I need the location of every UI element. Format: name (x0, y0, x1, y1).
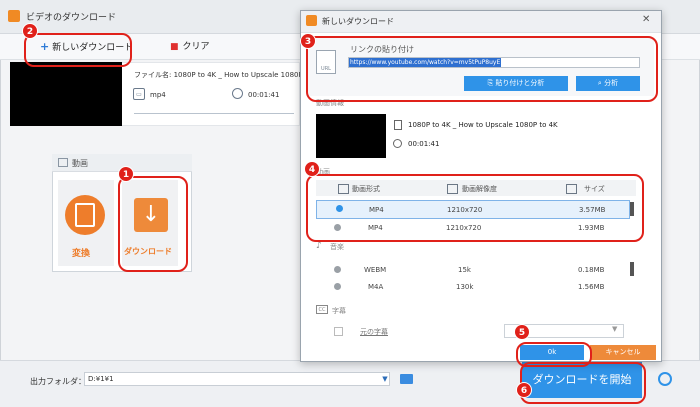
step-badge: 3 (300, 33, 316, 49)
video-title: 1080P to 4K _ How to Upscale 1080P to 4K (408, 121, 558, 129)
output-folder-label: 出力フォルダ： (30, 377, 86, 386)
video-duration: 00:01:41 (408, 140, 440, 148)
annotation-ring (306, 36, 658, 102)
close-icon[interactable]: ✕ (642, 14, 650, 25)
audio-scrollbar[interactable] (630, 262, 634, 276)
task-file-name: ファイル名: 1080P to 4K _ How to Upscale 1080… (134, 71, 312, 79)
mode-panel-title: 動画 (72, 159, 88, 168)
step-badge: 2 (22, 23, 38, 39)
app-logo-icon (8, 10, 20, 22)
annotation-ring (24, 33, 132, 67)
task-format: mp4 (150, 91, 166, 99)
file-icon (394, 120, 402, 130)
window-title: ビデオのダウンロード (26, 13, 117, 23)
clock-icon (232, 88, 243, 99)
original-subtitle-checkbox[interactable] (334, 327, 343, 336)
step-badge: 1 (118, 166, 134, 182)
clear-label: クリア (182, 42, 210, 52)
music-note-icon: ♪ (316, 241, 322, 251)
row-format: WEBM (364, 266, 387, 274)
clear-button[interactable]: ■ クリア (170, 40, 210, 54)
audio-row[interactable]: M4A 130k 1.56MB (316, 278, 628, 295)
chevron-down-icon[interactable]: ▼ (612, 325, 617, 333)
row-bitrate: 130k (456, 283, 474, 291)
download-logo-icon (306, 15, 317, 26)
row-size: 0.18MB (578, 266, 605, 274)
video-icon (58, 158, 68, 167)
dialog-title: 新しいダウンロード (322, 17, 394, 26)
original-subtitle-label[interactable]: 元の字幕 (360, 327, 388, 337)
step-badge: 6 (516, 382, 532, 398)
annotation-ring (306, 174, 644, 242)
row-size: 1.56MB (578, 283, 605, 291)
audio-section-label: 音楽 (330, 243, 344, 251)
task-duration: 00:01:41 (248, 91, 280, 99)
task-progress-line (134, 113, 294, 114)
annotation-ring (118, 176, 188, 272)
step-badge: 5 (514, 324, 530, 340)
clock-icon (393, 139, 402, 148)
format-icon: ▭ (133, 88, 145, 100)
trash-icon: ■ (170, 42, 179, 52)
film-icon (75, 203, 95, 227)
alarm-clock-icon[interactable] (658, 372, 672, 386)
folder-icon[interactable] (400, 374, 413, 384)
audio-row[interactable]: WEBM 15k 0.18MB (316, 261, 628, 278)
annotation-ring (520, 362, 646, 404)
cancel-button[interactable]: キャンセル (590, 345, 656, 360)
row-bitrate: 15k (458, 266, 471, 274)
chevron-down-icon[interactable]: ▼ (380, 372, 390, 386)
subtitle-cc-icon: CC (316, 305, 328, 314)
step-badge: 4 (304, 161, 320, 177)
task-thumbnail (10, 62, 122, 126)
output-folder-input[interactable]: D:¥1¥1 (84, 372, 390, 386)
subtitle-section-label: 字幕 (332, 307, 346, 315)
row-format: M4A (368, 283, 384, 291)
radio-icon[interactable] (334, 283, 341, 290)
convert-label: 変換 (72, 249, 91, 259)
video-thumbnail (316, 114, 386, 158)
radio-icon[interactable] (334, 266, 341, 273)
